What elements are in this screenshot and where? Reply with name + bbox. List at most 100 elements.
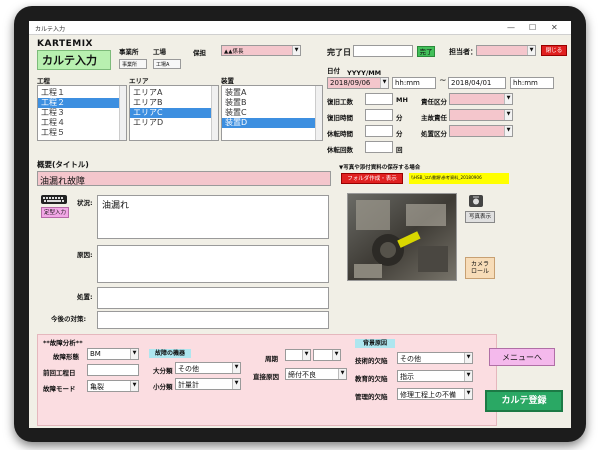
cause-textarea[interactable] — [97, 245, 329, 283]
window-title: カルテ入力 — [35, 26, 66, 33]
person-select[interactable]: ▼ — [476, 45, 536, 56]
scrollbar[interactable] — [211, 86, 218, 140]
close-window-icon[interactable]: ✕ — [551, 23, 558, 32]
tech-defect-select[interactable]: その他 ▼ — [397, 352, 473, 364]
keyboard-icon[interactable] — [41, 195, 67, 204]
completion-date-input[interactable] — [353, 45, 413, 57]
mgmt-defect-label: 管理的欠陥 — [355, 393, 388, 401]
process-list-item[interactable]: 工程５ — [38, 128, 126, 138]
chevron-down-icon: ▼ — [504, 126, 512, 136]
owner-select-value: ▲▲係長 — [224, 49, 244, 55]
major-category-value: その他 — [178, 365, 199, 373]
register-button[interactable]: カルテ登録 — [485, 390, 563, 412]
owner-select[interactable]: ▲▲係長 ▼ — [221, 45, 301, 56]
edu-defect-select[interactable]: 指示 ▼ — [397, 370, 473, 382]
measure-textarea[interactable] — [97, 287, 329, 309]
photo-show-button[interactable]: 写真表示 — [465, 211, 495, 223]
close-button[interactable]: 閉じる — [541, 45, 567, 56]
process-list-item[interactable]: 工程４ — [38, 118, 126, 128]
maximize-icon[interactable]: ☐ — [529, 23, 536, 32]
chevron-down-icon: ▼ — [302, 350, 310, 360]
cycle-select-a[interactable]: ▼ — [285, 349, 311, 361]
process-label: 工程 — [37, 77, 50, 85]
phenomenon-value: BM — [90, 350, 101, 358]
device-list-item[interactable]: 装置D — [222, 118, 322, 128]
status-textarea[interactable]: 油漏れ — [97, 195, 329, 239]
direct-cause-select[interactable]: 締付不良 ▼ — [285, 368, 347, 380]
keyboard-keys — [43, 197, 64, 202]
area-label: エリア — [129, 77, 149, 85]
process-list-item[interactable]: 工程３ — [38, 108, 126, 118]
chevron-down-icon: ▼ — [527, 46, 535, 55]
work-row-input[interactable] — [365, 125, 393, 137]
office-field: 事業所 — [119, 59, 147, 69]
responsibility-select[interactable]: ▼ — [449, 109, 513, 121]
scrollbar[interactable] — [315, 86, 322, 140]
device-list-item[interactable]: 装置B — [222, 98, 322, 108]
camera-icon[interactable] — [469, 195, 483, 207]
cycle-label: 周期 — [265, 355, 278, 363]
responsibility-select[interactable]: ▼ — [449, 93, 513, 105]
cause-label: 原因: — [77, 251, 93, 259]
end-date-input[interactable]: 2018/04/01 — [448, 77, 506, 89]
chevron-down-icon: ▼ — [464, 371, 472, 381]
complete-button[interactable]: 完了 — [417, 46, 435, 57]
chevron-down-icon: ▼ — [380, 78, 388, 88]
work-row-label: 復旧工数 — [327, 98, 353, 106]
cycle-select-b[interactable]: ▼ — [313, 349, 341, 361]
chevron-down-icon: ▼ — [338, 369, 346, 379]
start-date-input[interactable]: 2018/09/06 ▼ — [327, 77, 389, 89]
mgmt-defect-select[interactable]: 修理工程上の不備 ▼ — [397, 388, 473, 400]
equipment-tag: 故障の機器 — [149, 349, 191, 358]
device-listbox[interactable]: 装置A 装置B 装置C 装置D — [221, 85, 323, 141]
menu-button[interactable]: メニューへ — [489, 348, 555, 366]
start-date-value: 2018/09/06 — [330, 79, 371, 87]
work-row-input[interactable] — [365, 109, 393, 121]
chevron-down-icon: ▼ — [232, 363, 240, 373]
area-list-item[interactable]: エリアA — [130, 88, 218, 98]
minor-category-select[interactable]: 計量計 ▼ — [175, 378, 241, 390]
major-category-select[interactable]: その他 ▼ — [175, 362, 241, 374]
failure-mode-value: 亀裂 — [90, 383, 104, 391]
logo: KARTEMIX カルテ入力 — [37, 39, 113, 70]
process-list-item[interactable]: 工程１ — [38, 88, 126, 98]
phenomenon-select[interactable]: BM ▼ — [87, 348, 139, 360]
analysis-header: **故障分析** — [43, 339, 83, 347]
end-time-input[interactable]: hh:mm — [510, 77, 554, 89]
date-format-label: YYYY/MM — [347, 69, 382, 77]
logo-title: カルテ入力 — [37, 50, 111, 70]
area-list-item[interactable]: エリアC — [130, 108, 218, 118]
area-list-item[interactable]: エリアB — [130, 98, 218, 108]
area-list-item[interactable]: エリアD — [130, 118, 218, 128]
minimize-icon[interactable]: — — [507, 23, 515, 32]
area-listbox[interactable]: エリアA エリアB エリアC エリアD — [129, 85, 219, 141]
template-input-button[interactable]: 定型入力 — [41, 207, 69, 218]
date-range-tilde: ~ — [439, 76, 447, 86]
start-time-input[interactable]: hh:mm — [392, 77, 436, 89]
scrollbar[interactable] — [119, 86, 126, 140]
future-textarea[interactable] — [97, 311, 329, 329]
device-list-item[interactable]: 装置A — [222, 88, 322, 98]
camera-roll-button[interactable]: カメラ ロール — [465, 257, 495, 279]
work-row-input[interactable] — [365, 93, 393, 105]
responsibility-label: 主故責任 — [421, 114, 447, 122]
failure-mode-label: 故障モード — [43, 385, 76, 393]
summary-input[interactable]: 油漏れ故障 — [37, 171, 331, 186]
chevron-down-icon: ▼ — [332, 350, 340, 360]
process-listbox[interactable]: 工程１ 工程２ 工程３ 工程４ 工程５ — [37, 85, 127, 141]
work-row-unit: 分 — [396, 130, 403, 138]
work-row-unit: MH — [396, 96, 408, 104]
work-row-label: 復旧時間 — [327, 114, 353, 122]
work-row-input[interactable] — [365, 141, 393, 153]
date-label: 日付 — [327, 67, 340, 75]
chevron-down-icon: ▼ — [292, 46, 300, 55]
process-list-item[interactable]: 工程２ — [38, 98, 126, 108]
folder-button[interactable]: フォルダ作成・表示 — [341, 173, 403, 184]
failure-mode-select[interactable]: 亀裂 ▼ — [87, 380, 139, 392]
minor-label: 小分類 — [153, 383, 173, 391]
status-label: 状況: — [77, 199, 93, 207]
responsibility-select[interactable]: ▼ — [449, 125, 513, 137]
device-list-item[interactable]: 装置C — [222, 108, 322, 118]
chevron-down-icon: ▼ — [504, 110, 512, 120]
pre-process-input[interactable] — [87, 364, 139, 376]
